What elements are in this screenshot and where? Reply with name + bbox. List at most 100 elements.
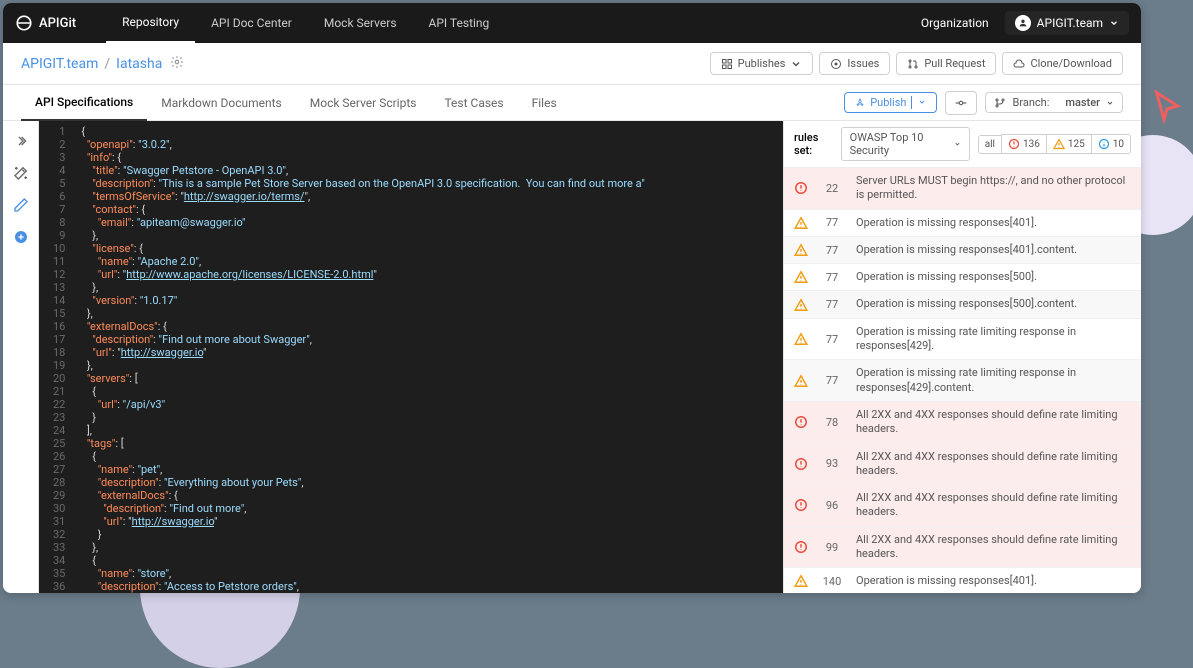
rule-row[interactable]: 77 Operation is missing responses[500].co… [784, 291, 1141, 318]
chevron-down-icon [954, 140, 961, 148]
issues-button[interactable]: Issues [819, 52, 890, 75]
chevron-right-icon[interactable] [13, 133, 29, 149]
grid-icon [721, 58, 733, 70]
error-icon [794, 457, 808, 471]
logo[interactable]: APIGit [15, 14, 76, 32]
avatar-icon [1015, 15, 1031, 31]
nav-item[interactable]: Mock Servers [308, 3, 413, 43]
filter-all[interactable]: all [978, 135, 1001, 154]
tab[interactable]: Files [518, 85, 571, 121]
error-icon [794, 415, 808, 429]
warn-icon [794, 243, 808, 257]
plus-icon[interactable] [13, 229, 29, 245]
top-bar: APIGit RepositoryAPI Doc CenterMock Serv… [3, 3, 1141, 43]
rule-line: 140 [818, 575, 846, 588]
rule-message: Operation is missing responses[500]. [856, 270, 1131, 284]
filter-info[interactable]: 10 [1091, 134, 1131, 154]
tab[interactable]: Markdown Documents [147, 85, 296, 121]
nav-organization[interactable]: Organization [921, 16, 989, 30]
chevron-down-icon [790, 58, 802, 70]
tab[interactable]: Mock Server Scripts [296, 85, 431, 121]
branch-icon [994, 97, 1006, 109]
rule-row[interactable]: 77 Operation is missing responses[500]. [784, 264, 1141, 291]
rule-row[interactable]: 140 Operation is missing responses[401]. [784, 568, 1141, 593]
rule-line: 77 [818, 298, 846, 311]
rules-set-dropdown[interactable]: OWASP Top 10 Security [841, 127, 970, 161]
clone-button[interactable]: Clone/Download [1002, 52, 1123, 75]
rule-message: All 2XX and 4XX responses should define … [856, 491, 1131, 520]
rule-line: 77 [818, 333, 846, 346]
warn-icon [794, 216, 808, 230]
code-editor[interactable]: 1234567891011121314151617181920212223242… [39, 121, 783, 593]
filter-warn[interactable]: 125 [1046, 134, 1091, 154]
error-icon [794, 498, 808, 512]
cloud-download-icon [1013, 58, 1025, 70]
error-icon [1008, 138, 1020, 150]
breadcrumb: APIGIT.team / Iatasha [21, 56, 162, 72]
rule-line: 77 [818, 244, 846, 257]
nav-item[interactable]: API Doc Center [195, 3, 308, 43]
rule-row[interactable]: 77 Operation is missing rate limiting res… [784, 360, 1141, 402]
rule-message: All 2XX and 4XX responses should define … [856, 533, 1131, 562]
chevron-down-icon [918, 98, 926, 106]
rule-message: Server URLs MUST begin https://, and no … [856, 174, 1131, 203]
rule-row[interactable]: 96 All 2XX and 4XX responses should defin… [784, 485, 1141, 527]
rule-message: All 2XX and 4XX responses should define … [856, 408, 1131, 437]
rule-line: 77 [818, 374, 846, 387]
breadcrumb-bar: APIGIT.team / Iatasha Publishes Issues P… [3, 43, 1141, 85]
rule-line: 93 [818, 457, 846, 470]
commit-icon-button[interactable] [945, 91, 977, 115]
error-icon [794, 540, 808, 554]
error-icon [794, 181, 808, 195]
warn-icon [794, 374, 808, 388]
issues-icon [830, 58, 842, 70]
rule-row[interactable]: 99 All 2XX and 4XX responses should defin… [784, 527, 1141, 569]
filter-error[interactable]: 136 [1001, 134, 1046, 154]
info-icon [1098, 138, 1110, 150]
app-window: APIGit RepositoryAPI Doc CenterMock Serv… [3, 3, 1141, 593]
publish-button[interactable]: Publish [844, 92, 937, 113]
rule-row[interactable]: 77Operation is missing rate limiting res… [784, 319, 1141, 361]
breadcrumb-org[interactable]: APIGIT.team [21, 56, 98, 72]
warn-icon [794, 574, 808, 588]
rule-message: All 2XX and 4XX responses should define … [856, 450, 1131, 479]
commit-icon [954, 96, 968, 110]
rule-row[interactable]: 77Operation is missing responses[401]. [784, 210, 1141, 237]
rule-message: Operation is missing responses[401]. [856, 574, 1131, 588]
wand-icon[interactable] [13, 165, 29, 181]
rule-row[interactable]: 93 All 2XX and 4XX responses should defin… [784, 444, 1141, 486]
user-name: APIGIT.team [1037, 16, 1103, 30]
rule-row[interactable]: 78All 2XX and 4XX responses should defin… [784, 402, 1141, 444]
user-menu[interactable]: APIGIT.team [1005, 11, 1129, 35]
cursor-decoration [1149, 88, 1185, 128]
tab[interactable]: API Specifications [21, 85, 147, 121]
rules-set-label: rules set: [794, 131, 833, 157]
rule-line: 77 [818, 271, 846, 284]
rule-line: 96 [818, 499, 846, 512]
gear-icon[interactable] [170, 54, 184, 73]
rule-row[interactable]: 77Operation is missing responses[401].co… [784, 237, 1141, 264]
rule-message: Operation is missing responses[500].cont… [856, 297, 1131, 311]
pencil-icon[interactable] [13, 197, 29, 213]
tab[interactable]: Test Cases [430, 85, 517, 121]
pull-request-button[interactable]: Pull Request [896, 52, 996, 75]
rule-row[interactable]: 22 Server URLs MUST begin https://, and n… [784, 168, 1141, 210]
nav-item[interactable]: API Testing [413, 3, 506, 43]
chevron-down-icon [1106, 99, 1114, 107]
nav-item[interactable]: Repository [106, 3, 195, 43]
branch-selector[interactable]: Branch: master [985, 92, 1123, 113]
chevron-down-icon [1109, 18, 1119, 28]
logo-text: APIGit [39, 16, 76, 31]
rocket-icon [855, 98, 865, 108]
rule-message: Operation is missing rate limiting respo… [856, 366, 1131, 395]
warn-icon [794, 298, 808, 312]
rule-line: 99 [818, 541, 846, 554]
warn-icon [794, 270, 808, 284]
tabs-bar: API SpecificationsMarkdown DocumentsMock… [3, 85, 1141, 121]
breadcrumb-separator: / [104, 56, 110, 72]
left-rail [3, 121, 39, 593]
rule-line: 22 [818, 182, 846, 195]
breadcrumb-repo[interactable]: Iatasha [116, 56, 162, 72]
publishes-button[interactable]: Publishes [710, 52, 814, 75]
rules-panel: rules set: OWASP Top 10 Security all 136… [783, 121, 1141, 593]
